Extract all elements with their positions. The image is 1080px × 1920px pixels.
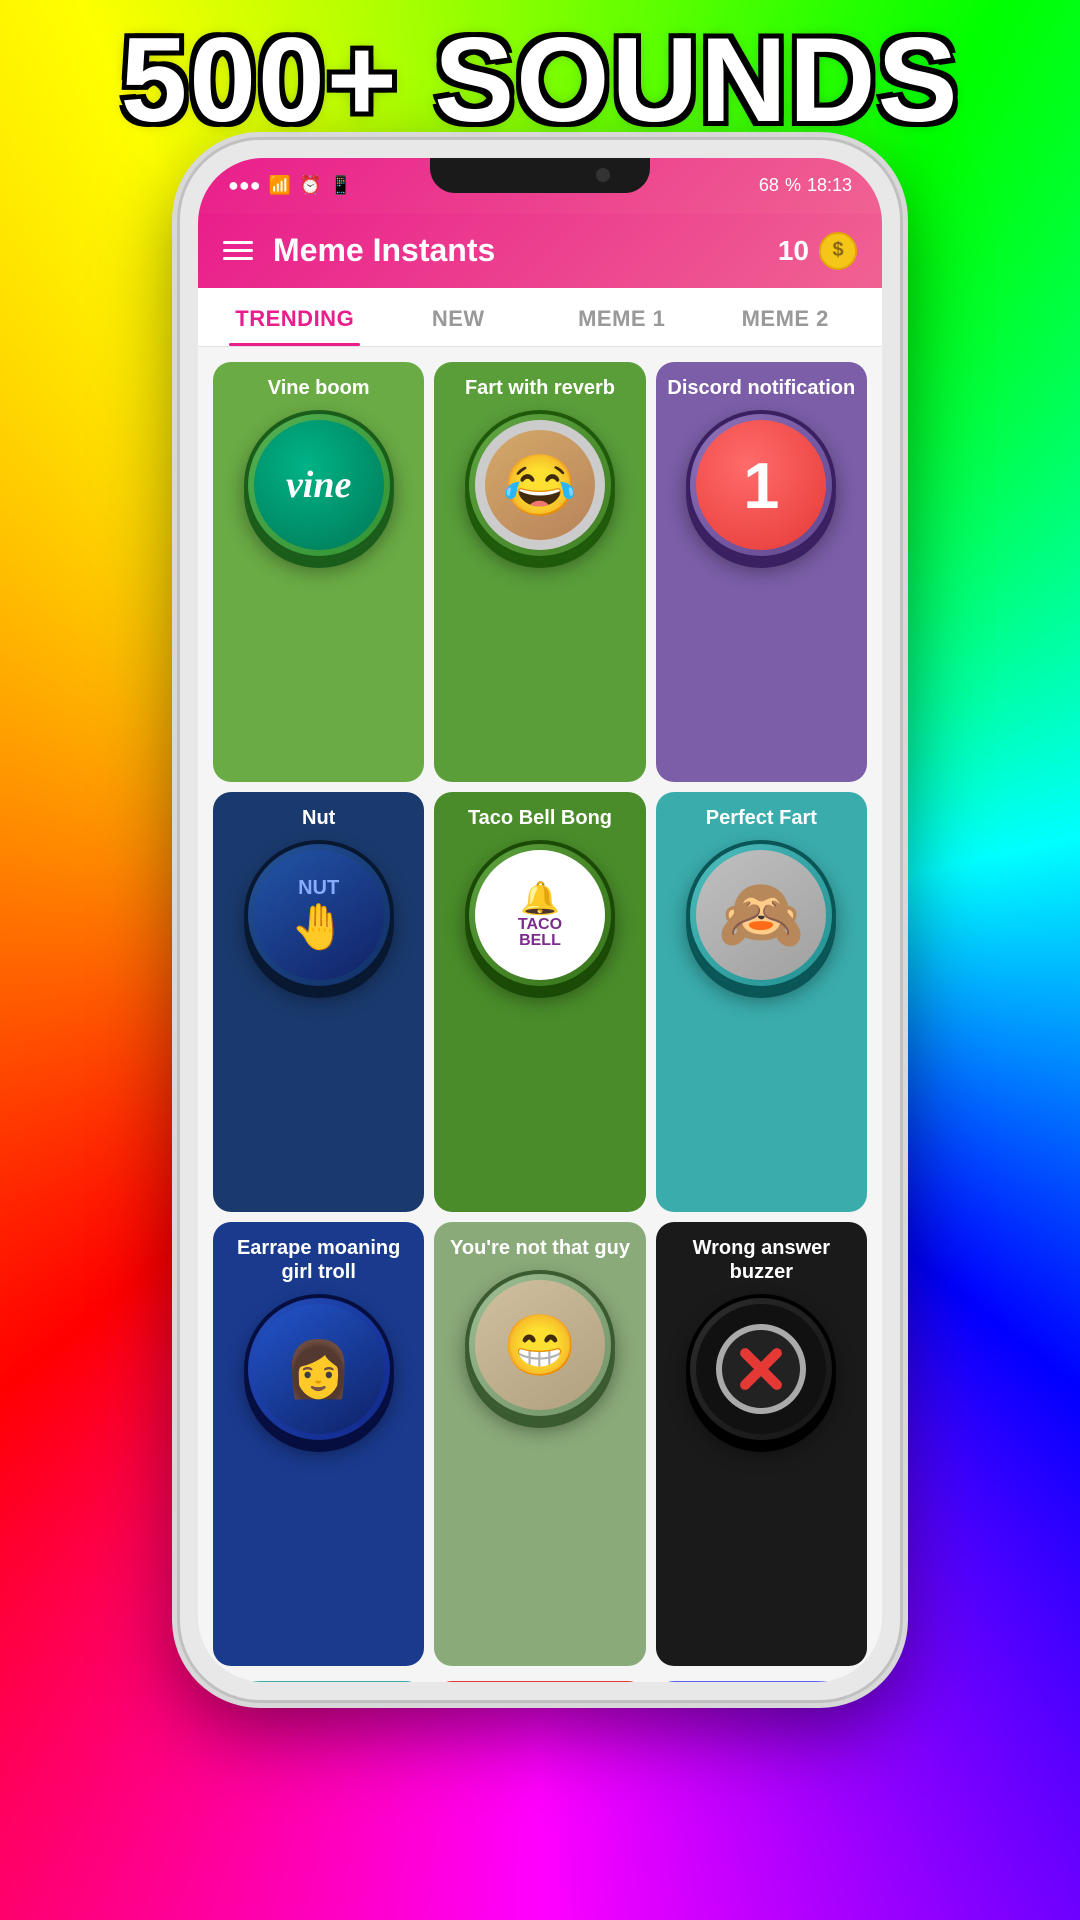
sound-card-not-that-guy[interactable]: You're not that guy 😁 bbox=[434, 1222, 645, 1666]
not-that-guy-button-area: 😁 bbox=[434, 1270, 645, 1435]
vine-inner: vine bbox=[254, 420, 384, 550]
wrong-answer-button[interactable] bbox=[686, 1294, 836, 1444]
perfect-fart-button[interactable]: 🙈 bbox=[686, 840, 836, 990]
sound-card-earrape[interactable]: Earrape moaning girl troll 👩 bbox=[213, 1222, 424, 1666]
status-right: 68 % 18:13 bbox=[759, 175, 852, 196]
clock-icon: ⏰ bbox=[299, 175, 321, 196]
vine-boom-button-area: vine bbox=[213, 410, 424, 575]
earrape-icon: 👩 bbox=[284, 1337, 352, 1402]
app-header: Meme Instants 10 $ bbox=[198, 213, 882, 288]
not-that-guy-button[interactable]: 😁 bbox=[465, 1270, 615, 1420]
sound-card-taco-bell[interactable]: Taco Bell Bong 🔔 TACO BELL bbox=[434, 792, 645, 1212]
buzzer-inner bbox=[696, 1304, 826, 1434]
bottom-card-censor-beep[interactable]: Censor Beep bbox=[213, 1681, 424, 1682]
menu-button[interactable] bbox=[223, 241, 253, 260]
sound-card-vine-boom[interactable]: Vine boom vine bbox=[213, 362, 424, 782]
x-mark bbox=[716, 1324, 806, 1414]
hand-emoji: 🤚 bbox=[291, 900, 347, 953]
taco-bell-label: Taco Bell Bong bbox=[434, 792, 645, 840]
coin-icon: $ bbox=[819, 232, 857, 270]
sound-card-perfect-fart[interactable]: Perfect Fart 🙈 bbox=[656, 792, 867, 1212]
earrape-button-area: 👩 bbox=[213, 1294, 424, 1459]
nut-inner: NUT 🤚 bbox=[254, 850, 384, 980]
main-title: 500+ SOUNDS bbox=[0, 20, 1080, 140]
wifi-icon: 📶 bbox=[269, 175, 291, 196]
discord-button[interactable]: 1 bbox=[686, 410, 836, 560]
fart-reverb-button-area: 😂 bbox=[434, 410, 645, 575]
tab-bar: TRENDING NEW MEME 1 MEME 2 bbox=[198, 288, 882, 347]
nut-button-area: NUT 🤚 bbox=[213, 840, 424, 1005]
sound-card-discord[interactable]: Discord notification 1 bbox=[656, 362, 867, 782]
tab-meme2[interactable]: MEME 2 bbox=[704, 288, 868, 346]
discord-label: Discord notification bbox=[656, 362, 867, 410]
perfect-fart-button-area: 🙈 bbox=[656, 840, 867, 1005]
nut-label: Nut bbox=[213, 792, 424, 840]
fart-reverb-label: Fart with reverb bbox=[434, 362, 645, 410]
not-that-guy-label: You're not that guy bbox=[434, 1222, 645, 1270]
bottom-card-dummy[interactable]: D... bbox=[434, 1681, 645, 1682]
nut-button[interactable]: NUT 🤚 bbox=[244, 840, 394, 990]
status-left: ●●● 📶 ⏰ 📱 bbox=[228, 175, 352, 196]
fart-reverb-button[interactable]: 😂 bbox=[465, 410, 615, 560]
sound-grid: Vine boom vine Fart with reverb 😂 bbox=[198, 347, 882, 1681]
vine-boom-button[interactable]: vine bbox=[244, 410, 394, 560]
earrape-button[interactable]: 👩 bbox=[244, 1294, 394, 1444]
perfect-fart-label: Perfect Fart bbox=[656, 792, 867, 840]
earrape-inner: 👩 bbox=[254, 1304, 384, 1434]
bottom-card-discord-call[interactable]: Discord call bbox=[656, 1681, 867, 1682]
vine-boom-label: Vine boom bbox=[213, 362, 424, 410]
camera-dot bbox=[596, 168, 610, 182]
time-display: 18:13 bbox=[807, 175, 852, 196]
app-title: Meme Instants bbox=[273, 232, 495, 269]
header-right: 10 $ bbox=[778, 232, 857, 270]
wrong-answer-button-area bbox=[656, 1294, 867, 1459]
girl-emoji: 🙈 bbox=[718, 874, 805, 956]
perfect-inner: 🙈 bbox=[696, 850, 826, 980]
phone-notch bbox=[430, 158, 650, 193]
bottom-row: Censor Beep D... Discord call bbox=[198, 1681, 882, 1682]
signal-icon: ●●● bbox=[228, 175, 261, 196]
discord-button-area: 1 bbox=[656, 410, 867, 575]
nut-text: NUT bbox=[298, 877, 339, 900]
notguy-inner: 😁 bbox=[475, 1280, 605, 1410]
taco-logo: 🔔 TACO BELL bbox=[518, 881, 562, 948]
fart-inner: 😂 bbox=[475, 420, 605, 550]
hamburger-line-2 bbox=[223, 249, 253, 252]
tab-trending[interactable]: TRENDING bbox=[213, 288, 377, 346]
header-left: Meme Instants bbox=[223, 232, 495, 269]
sound-card-fart-reverb[interactable]: Fart with reverb 😂 bbox=[434, 362, 645, 782]
discord-inner: 1 bbox=[696, 420, 826, 550]
wrong-answer-label: Wrong answer buzzer bbox=[656, 1222, 867, 1294]
sound-card-nut[interactable]: Nut NUT 🤚 bbox=[213, 792, 424, 1212]
tab-meme1[interactable]: MEME 1 bbox=[540, 288, 704, 346]
hamburger-line-1 bbox=[223, 241, 253, 244]
tab-new[interactable]: NEW bbox=[377, 288, 541, 346]
earrape-label: Earrape moaning girl troll bbox=[213, 1222, 424, 1294]
taco-bell-button[interactable]: 🔔 TACO BELL bbox=[465, 840, 615, 990]
phone-frame: ●●● 📶 ⏰ 📱 68 % 18:13 Meme Instants bbox=[180, 140, 900, 1700]
bluetooth-icon: 📱 bbox=[329, 175, 351, 196]
title-area: 500+ SOUNDS bbox=[0, 20, 1080, 140]
taco-inner: 🔔 TACO BELL bbox=[475, 850, 605, 980]
coin-count: 10 bbox=[778, 235, 809, 267]
taco-bell-button-area: 🔔 TACO BELL bbox=[434, 840, 645, 1005]
notguy-icon: 😁 bbox=[503, 1310, 578, 1381]
phone-screen: ●●● 📶 ⏰ 📱 68 % 18:13 Meme Instants bbox=[198, 158, 882, 1682]
battery-icon: % bbox=[785, 175, 801, 196]
troll-face-icon: 😂 bbox=[485, 430, 595, 540]
sound-card-wrong-answer[interactable]: Wrong answer buzzer bbox=[656, 1222, 867, 1666]
battery-percent: 68 bbox=[759, 175, 779, 196]
hamburger-line-3 bbox=[223, 257, 253, 260]
